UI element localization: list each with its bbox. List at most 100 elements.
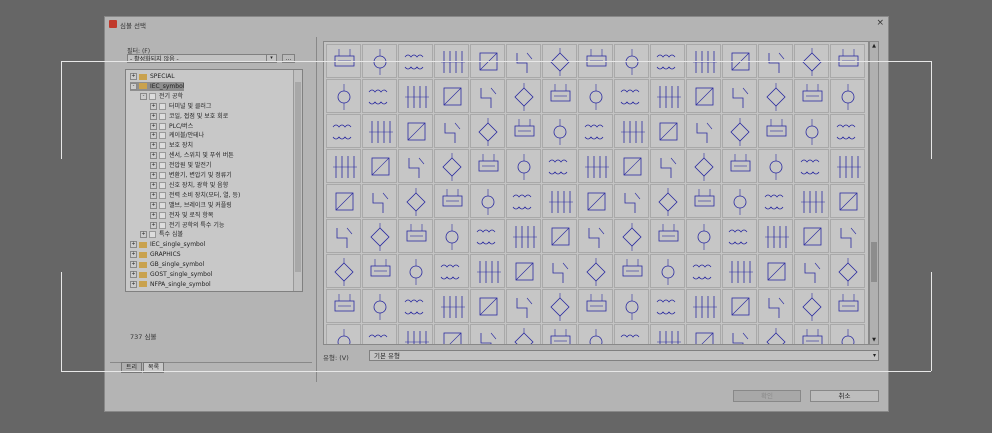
symbol-cell[interactable] [578, 254, 613, 288]
tree-item[interactable]: + 전력 소비 장치(모터, 열, 등) [150, 191, 240, 200]
symbol-cell[interactable] [434, 114, 469, 148]
symbol-cell[interactable] [362, 184, 397, 218]
symbol-cell[interactable] [650, 289, 685, 323]
expand-icon[interactable]: + [130, 73, 137, 80]
symbol-cell[interactable] [614, 114, 649, 148]
symbol-cell[interactable] [398, 324, 433, 344]
expand-icon[interactable]: + [150, 211, 157, 219]
cancel-button[interactable]: 취소 [810, 390, 879, 402]
tree-scrollbar-thumb[interactable] [295, 82, 301, 272]
expand-icon[interactable]: + [150, 181, 157, 189]
symbol-cell[interactable] [722, 289, 757, 323]
symbol-cell[interactable] [398, 79, 433, 113]
symbol-cell[interactable] [830, 324, 865, 344]
expand-icon[interactable]: + [150, 102, 157, 110]
symbol-cell[interactable] [506, 114, 541, 148]
symbol-cell[interactable] [722, 219, 757, 253]
symbol-cell[interactable] [758, 149, 793, 183]
tree-item[interactable]: + 센서, 스위치 및 푸쉬 버튼 [150, 151, 234, 160]
expand-icon[interactable]: + [130, 241, 137, 249]
symbol-cell[interactable] [470, 79, 505, 113]
symbol-cell[interactable] [650, 219, 685, 253]
symbol-cell[interactable] [398, 149, 433, 183]
symbol-cell[interactable] [686, 254, 721, 288]
tree-item[interactable]: + PLC/버스 [150, 122, 193, 131]
symbol-cell[interactable] [830, 219, 865, 253]
symbol-cell[interactable] [578, 184, 613, 218]
tree-item[interactable]: + 보호 장치 [150, 141, 193, 150]
symbol-cell[interactable] [650, 184, 685, 218]
scroll-up-icon[interactable]: ▲ [870, 42, 878, 50]
symbol-cell[interactable] [506, 254, 541, 288]
tree-scrollbar[interactable] [293, 70, 302, 291]
tree-item[interactable]: + IEC_single_symbol [130, 240, 205, 249]
symbol-cell[interactable] [614, 289, 649, 323]
symbol-cell[interactable] [686, 149, 721, 183]
ok-button[interactable]: 확인 [733, 390, 801, 402]
close-icon[interactable]: × [876, 18, 884, 28]
symbol-cell[interactable] [686, 184, 721, 218]
tree-item[interactable]: + 케이블/안테나 [150, 131, 204, 140]
expand-icon[interactable]: + [150, 172, 157, 179]
symbol-cell[interactable] [794, 79, 829, 113]
tree-item[interactable]: + 코일, 접점 및 보호 회로 [150, 112, 228, 121]
symbol-cell[interactable] [434, 149, 469, 183]
symbol-cell[interactable] [686, 324, 721, 344]
tree-item[interactable]: - IEC_symbol [130, 81, 185, 91]
expand-icon[interactable]: + [140, 231, 147, 239]
symbol-cell[interactable] [650, 254, 685, 288]
symbol-cell[interactable] [434, 79, 469, 113]
symbol-cell[interactable] [470, 114, 505, 148]
symbol-cell[interactable] [506, 79, 541, 113]
expand-icon[interactable]: + [130, 251, 137, 259]
symbol-cell[interactable] [794, 219, 829, 253]
symbol-cell[interactable] [506, 324, 541, 344]
symbol-cell[interactable] [758, 289, 793, 323]
tree-item[interactable]: + 터미널 및 클러그 [150, 102, 211, 111]
tree-item[interactable]: + GOST_single_symbol [130, 270, 212, 279]
symbol-cell[interactable] [722, 79, 757, 113]
symbol-cell[interactable] [506, 184, 541, 218]
symbol-cell[interactable] [686, 79, 721, 113]
symbol-cell[interactable] [326, 219, 361, 253]
type-dropdown[interactable]: 기본 유형 ▾ [369, 350, 879, 361]
symbol-cell[interactable] [794, 184, 829, 218]
symbol-cell[interactable] [650, 149, 685, 183]
symbol-cell[interactable] [830, 254, 865, 288]
symbol-cell[interactable] [542, 79, 577, 113]
symbol-cell[interactable] [362, 324, 397, 344]
symbol-cell[interactable] [722, 324, 757, 344]
symbol-cell[interactable] [326, 289, 361, 323]
symbol-cell[interactable] [614, 184, 649, 218]
symbol-cell[interactable] [398, 254, 433, 288]
symbol-cell[interactable] [362, 254, 397, 288]
symbol-cell[interactable] [398, 289, 433, 323]
expand-icon[interactable]: - [140, 92, 147, 100]
symbol-cell[interactable] [326, 149, 361, 183]
symbol-cell[interactable] [326, 254, 361, 288]
symbol-cell[interactable] [794, 254, 829, 288]
expand-icon[interactable]: + [150, 112, 157, 120]
symbol-cell[interactable] [830, 114, 865, 148]
symbol-cell[interactable] [542, 149, 577, 183]
symbol-cell[interactable] [722, 184, 757, 218]
tree-item[interactable]: + 신호 장치, 광학 및 음향 [150, 181, 228, 190]
expand-icon[interactable]: + [130, 271, 137, 278]
symbol-cell[interactable] [650, 79, 685, 113]
tree-item[interactable]: + GRAPHICS [130, 250, 181, 259]
symbol-cell[interactable] [542, 324, 577, 344]
symbol-cell[interactable] [830, 289, 865, 323]
tree-item[interactable]: - 전기 공학 [140, 92, 183, 101]
expand-icon[interactable]: + [150, 191, 157, 199]
symbol-cell[interactable] [650, 324, 685, 344]
symbol-cell[interactable] [362, 289, 397, 323]
symbol-cell[interactable] [578, 114, 613, 148]
symbol-cell[interactable] [830, 184, 865, 218]
symbol-cell[interactable] [326, 114, 361, 148]
symbol-cell[interactable] [470, 324, 505, 344]
expand-icon[interactable]: + [150, 142, 157, 150]
symbol-cell[interactable] [362, 149, 397, 183]
symbol-cell[interactable] [830, 149, 865, 183]
tree-item[interactable]: + 특수 심볼 [140, 230, 183, 239]
symbol-cell[interactable] [650, 114, 685, 148]
